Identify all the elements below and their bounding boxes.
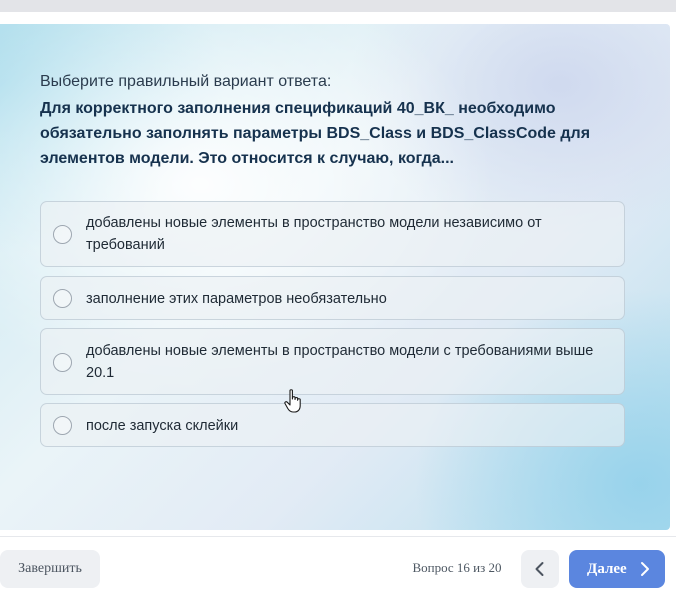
radio-button[interactable] [53,289,72,308]
question-progress: Вопрос 16 из 20 [412,560,502,575]
radio-button[interactable] [53,225,72,244]
answer-option-2[interactable]: заполнение этих параметров необязательно [40,276,625,320]
answer-option-label: добавлены новые элементы в пространство … [86,343,594,381]
hand-pointer-cursor-icon [284,389,301,413]
question-prompt: Выберите правильный вариант ответа: [40,73,332,90]
next-button[interactable]: Далее [569,550,665,588]
answer-option-1[interactable]: добавлены новые элементы в пространство … [40,201,625,267]
answer-option-3[interactable]: добавлены новые элементы в пространство … [40,328,625,395]
top-strip [0,0,676,12]
answer-option-label: добавлены новые элементы в пространство … [86,215,542,253]
footer-divider [0,536,676,537]
chevron-right-icon [641,562,649,576]
chevron-left-icon [535,562,544,576]
previous-button[interactable] [521,550,559,588]
finish-button[interactable]: Завершить [0,550,100,588]
answer-option-label: заполнение этих параметров необязательно [86,291,387,307]
answer-option-label: после запуска склейки [86,418,239,434]
question-text: Для корректного заполнения спецификаций … [40,100,591,167]
finish-button-label: Завершить [18,561,82,576]
answer-option-4[interactable]: после запуска склейки [40,403,625,447]
question-card: Выберите правильный вариант ответа: Для … [0,24,670,530]
next-button-label: Далее [587,560,627,577]
radio-button[interactable] [53,416,72,435]
radio-button[interactable] [53,353,72,372]
